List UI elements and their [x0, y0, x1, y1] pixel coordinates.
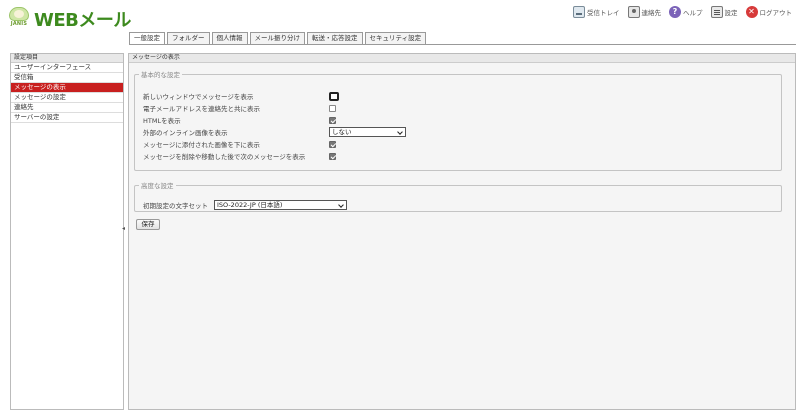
tab-personal-info[interactable]: 個人情報 [211, 32, 248, 44]
setting-row-attached-images-below: メッセージに添付された画像を下に表示 [143, 139, 336, 149]
open-new-window-checkbox[interactable] [329, 91, 339, 101]
contact-card-icon [627, 6, 640, 18]
basic-settings-legend: 基本的な設定 [141, 71, 180, 79]
logout-link[interactable]: ✕ ログアウト [745, 6, 793, 18]
inbox-icon [573, 6, 585, 18]
help-link[interactable]: ? ヘルプ [669, 6, 703, 18]
inbox-link[interactable]: 受信トレイ [573, 6, 620, 18]
advanced-settings-legend: 高度な設定 [141, 182, 174, 190]
settings-sidebar: 設定項目 ユーザーインターフェース 受信箱 メッセージの表示 メッセージの設定 … [10, 53, 124, 410]
tab-security[interactable]: セキュリティ設定 [364, 32, 427, 44]
setting-row-open-new-window: 新しいウィンドウでメッセージを表示 [143, 91, 339, 101]
setting-label: 外部のインライン画像を表示 [143, 129, 228, 137]
sidebar-item-server-settings[interactable]: サーバーの設定 [11, 113, 123, 123]
show-next-message-checkbox[interactable] [329, 152, 336, 160]
app-title: WEBメール [34, 10, 131, 31]
setting-label: 新しいウィンドウでメッセージを表示 [143, 93, 254, 101]
setting-row-show-next-message: メッセージを削除や移動した後で次のメッセージを表示 [143, 151, 336, 161]
logo-text: JANIS [10, 21, 28, 27]
tab-mail-filters[interactable]: メール振り分け [249, 32, 305, 44]
logout-link-label: ログアウト [759, 9, 793, 17]
setting-label: メッセージを削除や移動した後で次のメッセージを表示 [143, 153, 306, 161]
logo: JANIS WEBメール [8, 6, 131, 32]
setting-row-inline-images: 外部のインライン画像を表示 しない [143, 127, 406, 137]
save-button[interactable]: 保存 [136, 219, 160, 230]
show-html-checkbox[interactable] [329, 116, 336, 124]
tab-folders[interactable]: フォルダー [167, 32, 210, 44]
tab-forwarding[interactable]: 転送・応答設定 [307, 32, 363, 44]
help-link-label: ヘルプ [683, 9, 703, 17]
panel-title: メッセージの表示 [129, 54, 795, 63]
advanced-settings-group: 高度な設定 初期設定の文字セット ISO-2022-JP (日本語) [134, 180, 782, 212]
settings-tabs: 一般設定 フォルダー 個人情報 メール振り分け 転送・応答設定 セキュリティ設定 [129, 32, 428, 45]
setting-row-show-email-with-contact: 電子メールアドレスを連絡先と共に表示 [143, 103, 336, 113]
setting-label: メッセージに添付された画像を下に表示 [143, 141, 260, 149]
settings-link[interactable]: 設定 [710, 6, 738, 18]
help-icon: ? [669, 6, 681, 18]
settings-link-label: 設定 [724, 9, 738, 17]
setting-row-show-html: HTMLを表示 [143, 115, 336, 125]
sidebar-item-message-settings[interactable]: メッセージの設定 [11, 93, 123, 103]
sidebar-header: 設定項目 [11, 54, 123, 63]
default-charset-select[interactable]: ISO-2022-JP (日本語) [214, 200, 347, 210]
sidebar-item-inbox[interactable]: 受信箱 [11, 73, 123, 83]
inline-images-select[interactable]: しない [329, 127, 406, 137]
contacts-link[interactable]: 連絡先 [627, 6, 662, 18]
top-links: 受信トレイ 連絡先 ? ヘルプ 設定 ✕ ログアウト [573, 6, 792, 18]
show-email-with-contact-checkbox[interactable] [329, 104, 336, 112]
inbox-link-label: 受信トレイ [587, 9, 620, 17]
splitter-handle[interactable]: ◂ [122, 225, 125, 232]
setting-row-default-charset: 初期設定の文字セット ISO-2022-JP (日本語) [143, 200, 347, 210]
settings-icon [710, 6, 723, 18]
janis-logo-icon: JANIS [8, 7, 30, 31]
attached-images-below-checkbox[interactable] [329, 140, 336, 148]
sidebar-item-message-display[interactable]: メッセージの表示 [11, 83, 123, 93]
setting-label: 電子メールアドレスを連絡先と共に表示 [143, 105, 260, 113]
settings-panel: メッセージの表示 基本的な設定 新しいウィンドウでメッセージを表示 電子メールア… [128, 53, 796, 410]
default-charset-label: 初期設定の文字セット [143, 202, 208, 210]
setting-label: HTMLを表示 [143, 117, 181, 125]
basic-settings-group: 基本的な設定 新しいウィンドウでメッセージを表示 電子メールアドレスを連絡先と共… [134, 69, 782, 171]
sidebar-item-contacts[interactable]: 連絡先 [11, 103, 123, 113]
tabs-divider [129, 44, 796, 45]
sidebar-item-user-interface[interactable]: ユーザーインターフェース [11, 63, 123, 73]
logout-icon: ✕ [745, 6, 758, 18]
contacts-link-label: 連絡先 [641, 9, 662, 17]
